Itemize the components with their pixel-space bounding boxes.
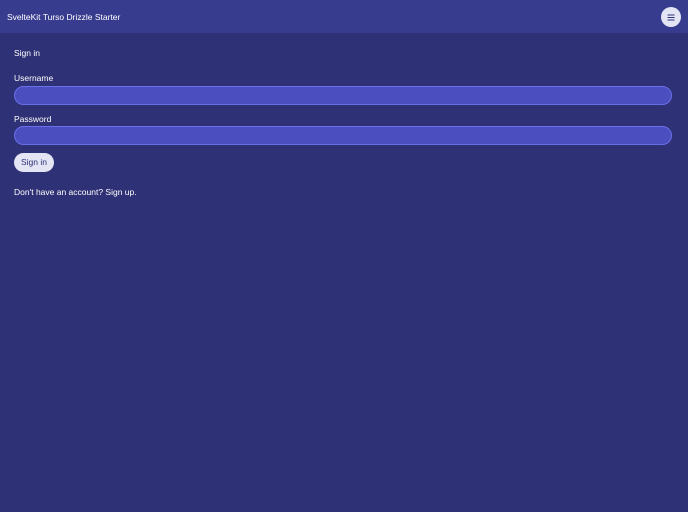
username-label: Username — [14, 73, 54, 83]
signin-button[interactable]: Sign in — [14, 153, 54, 172]
page-title: Sign in — [14, 48, 40, 58]
app-title: SvelteKit Turso Drizzle Starter — [7, 12, 121, 22]
signup-prompt-row: Don't have an account? Sign up. — [14, 186, 137, 198]
password-label: Password — [14, 114, 52, 124]
menu-icon — [667, 14, 675, 20]
app-header: SvelteKit Turso Drizzle Starter — [0, 0, 688, 33]
signup-prompt-text: Don't have an account? — [14, 187, 104, 197]
username-input[interactable] — [14, 86, 672, 105]
menu-button[interactable] — [661, 7, 681, 27]
password-input[interactable] — [14, 126, 672, 145]
signup-link[interactable]: Sign up. — [105, 187, 136, 197]
